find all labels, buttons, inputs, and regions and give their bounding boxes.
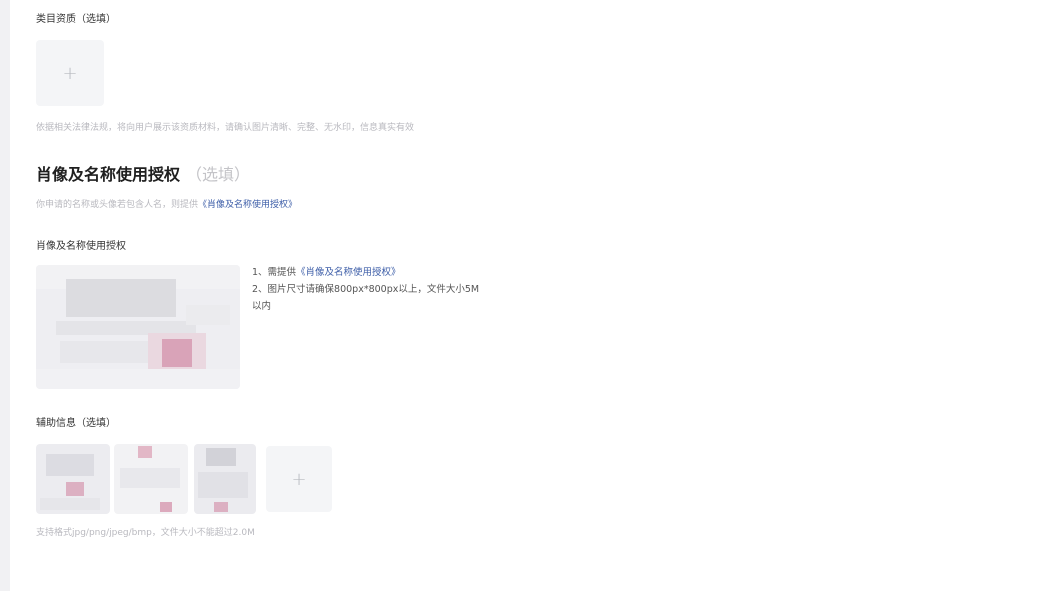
category-qualification-label: 类目资质（选填） <box>36 14 116 25</box>
category-qualification-hint: 依据相关法律法规，将向用户展示该资质材料，请确认图片清晰、完整、无水印，信息真实… <box>36 123 415 133</box>
portrait-upload-notes: 1、需提供《肖像及名称使用授权》 2、图片尺寸请确保800px*800px以上，… <box>252 264 542 315</box>
auxiliary-image-1[interactable] <box>36 444 110 514</box>
plus-icon: + <box>291 468 307 490</box>
auxiliary-image-3[interactable] <box>194 444 256 514</box>
notes-line-1: 1、需提供《肖像及名称使用授权》 <box>252 264 542 281</box>
notes-line-2: 2、图片尺寸请确保800px*800px以上，文件大小5M <box>252 284 480 295</box>
plus-icon: + <box>62 62 78 84</box>
notes-line-1-text: 1、需提供 <box>252 267 297 278</box>
portrait-section-optional: （选填） <box>186 165 251 184</box>
portrait-authorization-link[interactable]: 《肖像及名称使用授权》 <box>198 200 297 210</box>
auxiliary-upload-button[interactable]: + <box>266 446 332 512</box>
portrait-section-hint: 你申请的名称或头像若包含人名，则提供《肖像及名称使用授权》 <box>36 197 297 210</box>
auxiliary-info-label: 辅助信息（选填） <box>36 418 116 429</box>
left-rail <box>0 0 10 591</box>
portrait-hint-text: 你申请的名称或头像若包含人名，则提供 <box>36 200 199 210</box>
notes-authorization-link[interactable]: 《肖像及名称使用授权》 <box>296 267 401 278</box>
portrait-section-title-text: 肖像及名称使用授权 <box>36 165 181 184</box>
notes-line-3: 以内 <box>252 301 272 312</box>
portrait-field-label: 肖像及名称使用授权 <box>36 241 126 252</box>
form-content: 类目资质（选填） + 依据相关法律法规，将向用户展示该资质材料，请确认图片清晰、… <box>36 0 1036 591</box>
portrait-authorization-image[interactable] <box>36 265 240 389</box>
auxiliary-image-2[interactable] <box>114 444 188 514</box>
category-qualification-upload-button[interactable]: + <box>36 40 104 106</box>
portrait-section-title: 肖像及名称使用授权 （选填） <box>36 161 250 185</box>
auxiliary-info-hint: 支持格式jpg/png/jpeg/bmp，文件大小不能超过2.0M <box>36 528 255 538</box>
